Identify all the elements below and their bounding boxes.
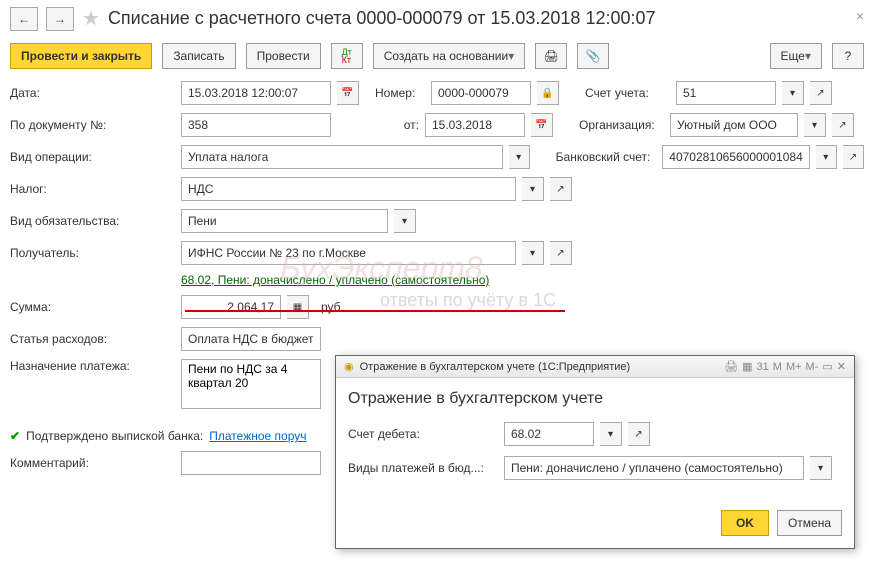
- number-label: Номер:: [375, 86, 425, 100]
- sum-label: Сумма:: [10, 300, 175, 314]
- popup-tool-icon[interactable]: M-: [806, 361, 819, 373]
- back-button[interactable]: ←: [10, 7, 38, 31]
- print-button[interactable]: 🖨: [535, 43, 567, 69]
- annotation-line: [185, 310, 565, 312]
- save-button[interactable]: Записать: [162, 43, 235, 69]
- date-input[interactable]: 15.03.2018 12:00:07: [181, 81, 331, 105]
- doc-num-input[interactable]: 358: [181, 113, 331, 137]
- page-title: Списание с расчетного счета 0000-000079 …: [108, 8, 656, 29]
- cancel-button[interactable]: Отмена: [777, 510, 842, 536]
- tax-input[interactable]: НДС: [181, 177, 516, 201]
- popup-window-title: Отражение в бухгалтерском учете (1С:Пред…: [360, 361, 631, 373]
- number-input[interactable]: 0000-000079: [431, 81, 531, 105]
- comment-input[interactable]: [181, 451, 321, 475]
- sum-input[interactable]: 2 064,17: [181, 295, 281, 319]
- org-label: Организация:: [579, 118, 664, 132]
- payment-type-dropdown-icon[interactable]: ▾: [810, 456, 832, 480]
- op-type-dropdown-icon[interactable]: ▾: [509, 145, 530, 169]
- post-and-close-button[interactable]: Провести и закрыть: [10, 43, 152, 69]
- popup-heading: Отражение в бухгалтерском учете: [348, 390, 842, 408]
- debit-input[interactable]: 68.02: [504, 422, 594, 446]
- debit-open-icon[interactable]: ↗: [628, 422, 650, 446]
- popup-tool-icon[interactable]: M: [773, 361, 782, 373]
- popup-tool-icon[interactable]: 31: [757, 361, 769, 373]
- op-type-input[interactable]: Уплата налога: [181, 145, 503, 169]
- attach-button[interactable]: 📎: [577, 43, 609, 69]
- expense-label: Статья расходов:: [10, 332, 175, 346]
- payment-type-input[interactable]: Пени: доначислено / уплачено (самостояте…: [504, 456, 804, 480]
- obligation-input[interactable]: Пени: [181, 209, 388, 233]
- payment-type-label: Виды платежей в бюд...:: [348, 461, 498, 475]
- forward-button[interactable]: →: [46, 7, 74, 31]
- popup-tool-icon[interactable]: M+: [786, 361, 802, 373]
- purpose-label: Назначение платежа:: [10, 359, 175, 373]
- post-button[interactable]: Провести: [246, 43, 321, 69]
- confirmed-checkbox[interactable]: ✔ Подтверждено выпиской банка:: [10, 429, 203, 443]
- tax-open-icon[interactable]: ↗: [550, 177, 572, 201]
- expense-input[interactable]: Оплата НДС в бюджет: [181, 327, 321, 351]
- from-calendar-icon[interactable]: 📅: [531, 113, 553, 137]
- check-icon: ✔: [10, 429, 20, 443]
- bank-acc-open-icon[interactable]: ↗: [843, 145, 864, 169]
- more-button[interactable]: Еще: [770, 43, 822, 69]
- calendar-icon[interactable]: 📅: [337, 81, 359, 105]
- from-date-input[interactable]: 15.03.2018: [425, 113, 525, 137]
- account-dropdown-icon[interactable]: ▾: [782, 81, 804, 105]
- close-icon[interactable]: ×: [856, 8, 864, 24]
- comment-label: Комментарий:: [10, 456, 175, 470]
- obligation-dropdown-icon[interactable]: ▾: [394, 209, 416, 233]
- number-lock-icon[interactable]: 🔒: [537, 81, 559, 105]
- from-label: от:: [369, 118, 419, 132]
- recipient-dropdown-icon[interactable]: ▾: [522, 241, 544, 265]
- popup-tool-icon[interactable]: 🖨: [724, 360, 738, 373]
- debit-dropdown-icon[interactable]: ▾: [600, 422, 622, 446]
- sum-calc-icon[interactable]: ▦: [287, 295, 309, 319]
- recipient-label: Получатель:: [10, 246, 175, 260]
- popup-tool-icon[interactable]: ▦: [742, 360, 752, 373]
- org-dropdown-icon[interactable]: ▾: [804, 113, 826, 137]
- app-icon: ◉: [344, 360, 354, 373]
- recipient-input[interactable]: ИФНС России № 23 по г.Москве: [181, 241, 516, 265]
- tax-label: Налог:: [10, 182, 175, 196]
- account-open-icon[interactable]: ↗: [810, 81, 832, 105]
- accounting-popup: ◉ Отражение в бухгалтерском учете (1С:Пр…: [335, 355, 855, 549]
- bank-acc-input[interactable]: 40702810656000001084: [662, 145, 809, 169]
- purpose-input[interactable]: Пени по НДС за 4 квартал 20: [181, 359, 321, 409]
- date-label: Дата:: [10, 86, 175, 100]
- bank-acc-label: Банковский счет:: [556, 150, 657, 164]
- account-link[interactable]: 68.02, Пени: доначислено / уплачено (сам…: [181, 273, 489, 287]
- debit-label: Счет дебета:: [348, 427, 498, 441]
- help-button[interactable]: ?: [832, 43, 864, 69]
- op-type-label: Вид операции:: [10, 150, 175, 164]
- dtkt-button[interactable]: ДтКт: [331, 43, 363, 69]
- org-open-icon[interactable]: ↗: [832, 113, 854, 137]
- recipient-open-icon[interactable]: ↗: [550, 241, 572, 265]
- create-based-button[interactable]: Создать на основании: [373, 43, 526, 69]
- payment-order-link[interactable]: Платежное поруч: [209, 429, 306, 443]
- org-input[interactable]: Уютный дом ООО: [670, 113, 798, 137]
- popup-tool-icon[interactable]: ▭: [822, 360, 832, 373]
- favorite-icon[interactable]: ★: [82, 6, 100, 31]
- popup-close-icon[interactable]: ✕: [837, 360, 846, 373]
- account-input[interactable]: 51: [676, 81, 776, 105]
- tax-dropdown-icon[interactable]: ▾: [522, 177, 544, 201]
- doc-num-label: По документу №:: [10, 118, 175, 132]
- ok-button[interactable]: OK: [721, 510, 769, 536]
- obligation-label: Вид обязательства:: [10, 214, 175, 228]
- account-label: Счет учета:: [585, 86, 670, 100]
- bank-acc-dropdown-icon[interactable]: ▾: [816, 145, 837, 169]
